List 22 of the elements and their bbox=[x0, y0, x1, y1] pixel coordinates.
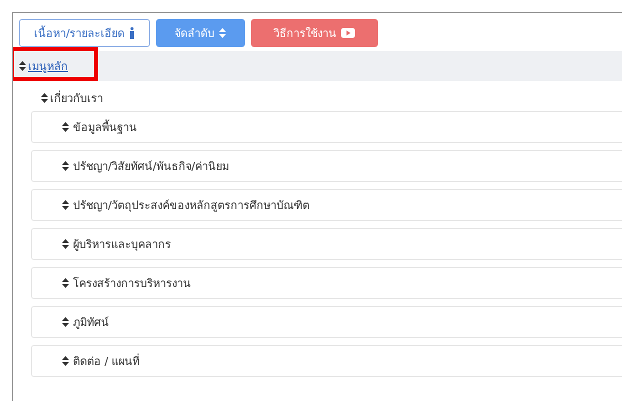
details-button[interactable]: เนื้อหา/รายละเอียด bbox=[19, 19, 150, 47]
sort-icon bbox=[62, 356, 69, 366]
menu-group-label[interactable]: เกี่ยวกับเรา bbox=[50, 89, 103, 107]
menu-item[interactable]: ผู้บริหารและบุคลากร bbox=[31, 228, 622, 260]
info-icon bbox=[128, 27, 135, 39]
video-icon bbox=[340, 28, 355, 38]
sort-icon bbox=[62, 161, 69, 171]
sort-icon bbox=[62, 239, 69, 249]
menu-item[interactable]: ปรัชญา/วัตถุประสงค์ของหลักสูตรการศึกษาบัณฑิต bbox=[31, 189, 622, 221]
menu-item[interactable]: ปรัชญา/วิสัยทัศน์/พันธกิจ/ค่านิยม bbox=[31, 150, 622, 182]
menu-item[interactable]: ข้อมูลพื้นฐาน bbox=[31, 111, 622, 143]
menu-item[interactable]: โครงสร้างการบริหารงาน bbox=[31, 267, 622, 299]
sort-icon bbox=[62, 122, 69, 132]
sort-icon bbox=[62, 200, 69, 210]
menu-item[interactable]: ติดต่อ / แผนที่ bbox=[31, 345, 622, 377]
sort-icon bbox=[62, 317, 69, 327]
sort-icon bbox=[218, 28, 226, 38]
sort-icon bbox=[62, 278, 69, 288]
sort-icon bbox=[19, 61, 26, 71]
menu-item[interactable]: ภูมิทัศน์ bbox=[31, 306, 622, 338]
sort-icon bbox=[41, 93, 48, 103]
main-menu-link[interactable]: เมนูหลัก bbox=[28, 57, 68, 75]
